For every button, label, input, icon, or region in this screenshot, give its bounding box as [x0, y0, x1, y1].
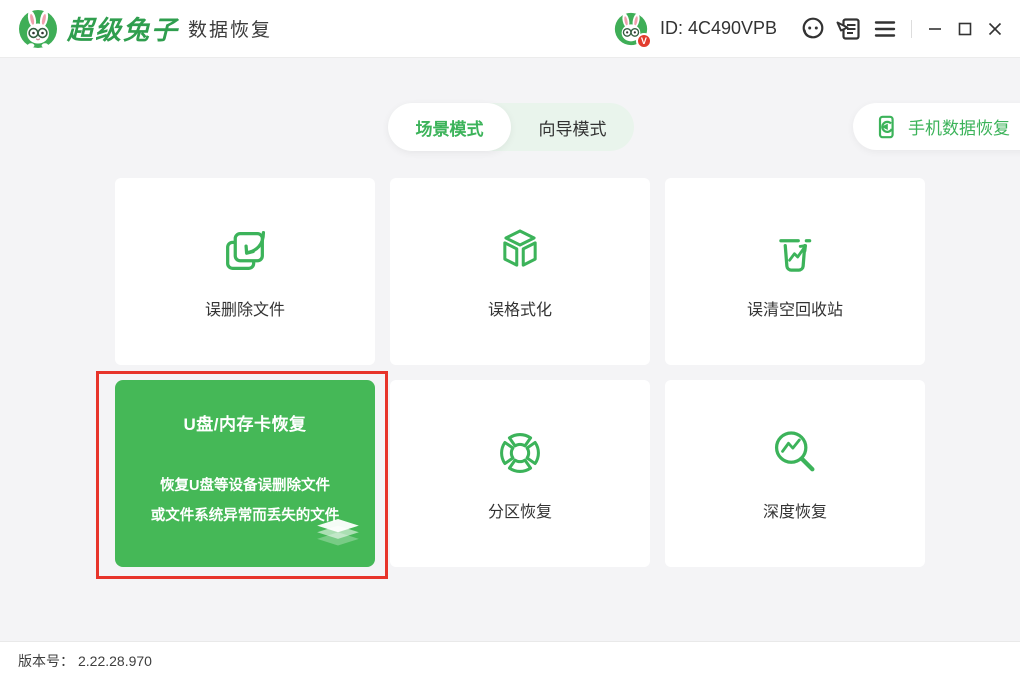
- usb-card-title: U盘/内存卡恢复: [184, 410, 307, 435]
- title-bar: 超级兔子 数据恢复 V ID: 4C490VPB: [0, 0, 1020, 58]
- file-restore-icon: [219, 225, 271, 277]
- maximize-button[interactable]: [950, 0, 980, 58]
- close-icon: [988, 22, 1002, 36]
- headset-icon: [800, 16, 826, 42]
- main-content: 场景模式 向导模式 手机数据恢复 误删除文件: [0, 58, 1020, 641]
- main-menu-button[interactable]: [867, 9, 903, 49]
- hamburger-icon: [873, 17, 897, 41]
- partition-wheel-icon: [494, 427, 546, 479]
- card-label: 分区恢复: [488, 498, 552, 522]
- layers-icon-wrap: [317, 519, 359, 555]
- card-icon-box: [494, 224, 546, 278]
- card-usb-memory-recovery[interactable]: U盘/内存卡恢复 恢复U盘等设备误删除文件 或文件系统异常而丢失的文件: [115, 380, 375, 567]
- minimize-button[interactable]: [920, 0, 950, 58]
- usb-card-description-line2: 或文件系统异常而丢失的文件: [151, 501, 340, 531]
- trash-restore-icon: [769, 225, 821, 277]
- tab-wizard-mode[interactable]: 向导模式: [511, 103, 634, 151]
- rabbit-logo-icon: [18, 9, 58, 49]
- card-label: 误格式化: [488, 296, 552, 320]
- card-label: 误清空回收站: [747, 296, 843, 320]
- card-label: 误删除文件: [205, 296, 285, 320]
- layers-icon: [317, 519, 359, 555]
- phone-data-recovery-label: 手机数据恢复: [908, 114, 1010, 139]
- user-avatar[interactable]: V: [614, 12, 648, 46]
- version-value: 2.22.28.970: [78, 653, 152, 669]
- cube-icon: [494, 225, 546, 277]
- usb-card-description-line1: 恢复U盘等设备误删除文件: [151, 471, 340, 501]
- card-partition-recovery[interactable]: 分区恢复: [390, 380, 650, 567]
- magnifier-chart-icon: [769, 427, 821, 479]
- card-deleted-files[interactable]: 误删除文件: [115, 178, 375, 365]
- phone-transfer-icon: [873, 114, 899, 140]
- phone-data-recovery-button[interactable]: 手机数据恢复: [853, 103, 1020, 150]
- card-formatted[interactable]: 误格式化: [390, 178, 650, 365]
- card-icon-box: [769, 224, 821, 278]
- card-label: 深度恢复: [763, 498, 827, 522]
- vip-badge: V: [636, 33, 652, 49]
- customer-support-button[interactable]: [795, 9, 831, 49]
- titlebar-divider: [911, 20, 912, 38]
- close-button[interactable]: [980, 0, 1010, 58]
- card-recycle-bin[interactable]: 误清空回收站: [665, 178, 925, 365]
- mode-tab-switch: 场景模式 向导模式: [388, 103, 634, 151]
- titlebar-right: V ID: 4C490VPB: [614, 0, 1020, 57]
- brand-name: 超级兔子: [67, 10, 179, 47]
- tab-scene-mode[interactable]: 场景模式: [388, 103, 511, 151]
- version-label: 版本号：: [18, 651, 74, 671]
- maximize-icon: [958, 22, 972, 36]
- usb-card-description: 恢复U盘等设备误删除文件 或文件系统异常而丢失的文件: [151, 471, 340, 531]
- brand-suffix: 数据恢复: [188, 15, 272, 42]
- app-logo: [18, 9, 58, 49]
- card-deep-recovery[interactable]: 深度恢复: [665, 380, 925, 567]
- card-icon-box: [769, 426, 821, 480]
- minimize-icon: [928, 22, 942, 36]
- card-icon-box: [219, 224, 271, 278]
- user-id-label: ID: 4C490VPB: [660, 18, 777, 39]
- footer-bar: 版本号： 2.22.28.970: [0, 641, 1020, 680]
- card-icon-box: [494, 426, 546, 480]
- feedback-form-icon: [836, 16, 862, 42]
- feedback-button[interactable]: [831, 9, 867, 49]
